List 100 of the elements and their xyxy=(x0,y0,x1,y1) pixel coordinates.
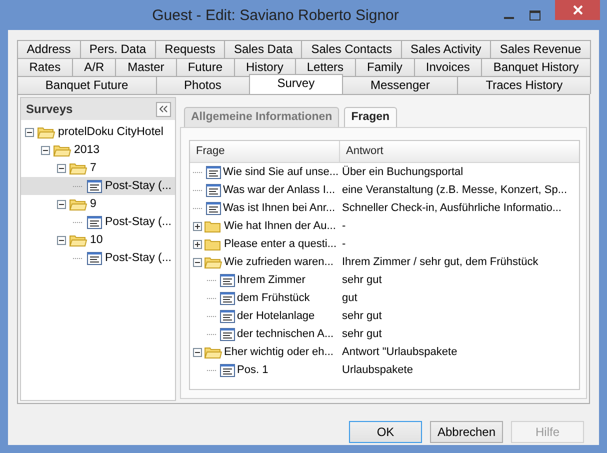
close-button[interactable] xyxy=(555,0,600,20)
question-cell: Was ist Ihnen bei Anr... xyxy=(223,202,336,214)
question-cell: Pos. 1 xyxy=(237,364,268,376)
expander-icon[interactable] xyxy=(25,128,34,136)
answer-cell: eine Veranstaltung (z.B. Messe, Konzert, Sp... xyxy=(342,184,568,196)
question-cell: Wie zufrieden waren... xyxy=(224,256,334,268)
dialog-button[interactable]: OK xyxy=(349,421,422,443)
document-icon xyxy=(220,364,235,376)
close-icon xyxy=(572,4,584,16)
folder-icon xyxy=(53,144,71,156)
expander-icon[interactable] xyxy=(193,240,202,248)
tab[interactable]: Survey xyxy=(248,74,344,94)
folder-icon xyxy=(69,162,87,174)
folder-icon xyxy=(37,126,55,138)
tab[interactable]: Address xyxy=(17,40,81,58)
expander-icon[interactable] xyxy=(193,348,202,356)
tab[interactable]: Banquet Future xyxy=(17,76,157,94)
tree-item[interactable]: Post-Stay (... xyxy=(21,249,175,267)
tab[interactable]: Requests xyxy=(154,40,226,58)
tree-item[interactable]: 7 xyxy=(21,159,175,177)
tree-item[interactable]: 9 xyxy=(21,195,175,213)
question-cell: Please enter a questi... xyxy=(224,238,337,250)
answer-cell: sehr gut xyxy=(342,328,382,340)
document-icon xyxy=(220,328,235,340)
tab[interactable]: Invoices xyxy=(414,58,482,76)
tree-label: Post-Stay (... xyxy=(105,180,172,192)
folder-icon xyxy=(204,238,222,250)
question-cell: der Hotelanlage xyxy=(237,310,315,322)
tab[interactable]: Pers. Data xyxy=(80,40,156,58)
tree-label: 9 xyxy=(90,198,96,210)
answer-cell: gut xyxy=(342,292,358,304)
expander-icon[interactable] xyxy=(193,222,202,230)
answer-cell: Ihrem Zimmer / sehr gut, dem Frühstück xyxy=(342,256,538,268)
folder-icon xyxy=(204,220,222,232)
dialog-button[interactable]: Abbrechen xyxy=(430,421,503,443)
question-cell: Was war der Anlass I... xyxy=(223,184,336,196)
tree-label: 7 xyxy=(90,162,96,174)
tab[interactable]: Photos xyxy=(156,76,250,94)
tab[interactable]: Traces History xyxy=(457,76,592,94)
expander-icon[interactable] xyxy=(193,258,202,266)
tab[interactable]: History xyxy=(234,58,296,76)
document-icon xyxy=(206,202,221,214)
folder-icon xyxy=(204,346,222,358)
question-cell: der technischen A... xyxy=(237,328,334,340)
question-cell: Wie hat Ihnen der Au... xyxy=(224,220,336,232)
tree-label: 2013 xyxy=(74,144,100,156)
answer-cell: Schneller Check-in, Ausführliche Informatio... xyxy=(342,202,562,214)
tree-item[interactable]: Post-Stay (... xyxy=(21,213,175,231)
expander-icon[interactable] xyxy=(57,236,66,244)
tree-item[interactable]: 10 xyxy=(21,231,175,249)
folder-icon xyxy=(204,256,222,268)
tree-label: Post-Stay (... xyxy=(105,252,172,264)
panel-title: Surveys xyxy=(26,102,73,116)
tree-label: Post-Stay (... xyxy=(105,216,172,228)
document-icon xyxy=(87,216,102,228)
tab[interactable]: Sales Revenue xyxy=(490,40,591,58)
tab[interactable]: Fragen xyxy=(344,107,397,127)
answer-cell: - xyxy=(342,220,346,232)
folder-icon xyxy=(69,198,87,210)
column-header[interactable]: Frage xyxy=(190,141,340,162)
tab[interactable]: Sales Data xyxy=(224,40,302,58)
document-icon xyxy=(87,252,102,264)
expander-icon[interactable] xyxy=(41,146,50,154)
tab[interactable]: Messenger xyxy=(342,76,458,94)
column-header[interactable]: Antwort xyxy=(340,141,579,162)
answer-cell: Antwort "Urlaubspakete xyxy=(342,346,458,358)
folder-icon xyxy=(69,234,87,246)
tab[interactable]: Banquet History xyxy=(481,58,592,76)
tab[interactable]: A/R xyxy=(72,58,116,76)
double-chevron-icon xyxy=(159,105,168,113)
answer-cell: Urlaubspakete xyxy=(342,364,413,376)
window-title: Guest - Edit: Saviano Roberto Signor xyxy=(151,6,400,24)
question-cell: Wie sind Sie auf unse... xyxy=(223,166,339,178)
tree-label: 10 xyxy=(90,234,103,246)
question-cell: Eher wichtig oder eh... xyxy=(224,346,334,358)
tab[interactable]: Rates xyxy=(17,58,73,76)
question-cell: Ihrem Zimmer xyxy=(237,274,306,286)
tree-item[interactable]: 2013 xyxy=(21,141,175,159)
document-icon xyxy=(220,310,235,322)
tree-label: protelDoku CityHotel xyxy=(58,126,164,138)
answer-cell: sehr gut xyxy=(342,310,382,322)
tab[interactable]: Sales Contacts xyxy=(301,40,402,58)
answer-cell: - xyxy=(342,238,346,250)
document-icon xyxy=(206,166,221,178)
expander-icon[interactable] xyxy=(57,200,66,208)
tab[interactable]: Family xyxy=(354,58,415,76)
expander-icon[interactable] xyxy=(57,164,66,172)
document-icon xyxy=(87,180,102,192)
tab[interactable]: Allgemeine Informationen xyxy=(184,107,340,127)
tree-item[interactable]: protelDoku CityHotel xyxy=(21,123,175,141)
answer-cell: Über ein Buchungsportal xyxy=(342,166,464,178)
maximize-icon[interactable] xyxy=(529,10,541,20)
tab[interactable]: Master xyxy=(115,58,177,76)
tree-item[interactable]: Post-Stay (... xyxy=(21,177,175,195)
answer-cell: sehr gut xyxy=(342,274,382,286)
tab[interactable]: Future xyxy=(176,58,235,76)
tab[interactable]: Letters xyxy=(294,58,356,76)
tab[interactable]: Sales Activity xyxy=(400,40,492,58)
document-icon xyxy=(220,292,235,304)
collapse-button[interactable] xyxy=(156,102,171,116)
